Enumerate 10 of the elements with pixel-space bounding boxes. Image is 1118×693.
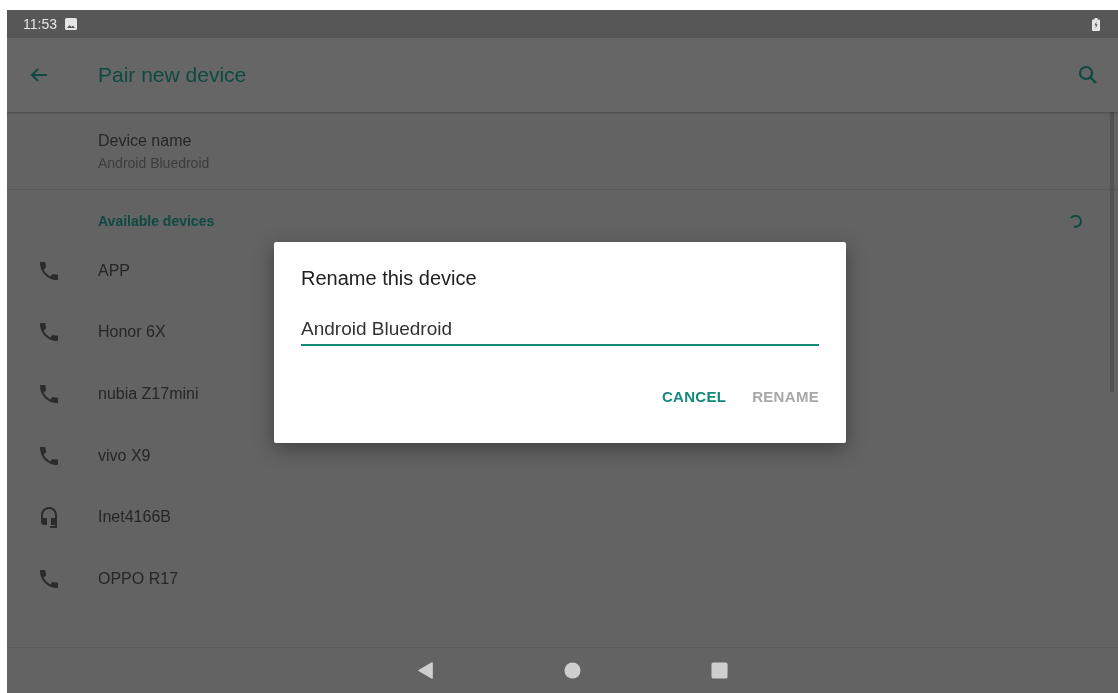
- section-header: Available devices: [98, 213, 215, 229]
- device-name: nubia Z17mini: [98, 385, 199, 403]
- device-name: vivo X9: [98, 446, 151, 465]
- device-name: APP: [98, 261, 130, 280]
- page-title: Pair new device: [98, 63, 248, 87]
- status-time: 11:53: [23, 16, 57, 32]
- device-name: Inet4166B: [98, 508, 171, 527]
- device-name: OPPO R17: [98, 569, 179, 588]
- device-name: Honor 6X: [98, 323, 166, 342]
- dialog-title: Rename this device: [301, 267, 478, 290]
